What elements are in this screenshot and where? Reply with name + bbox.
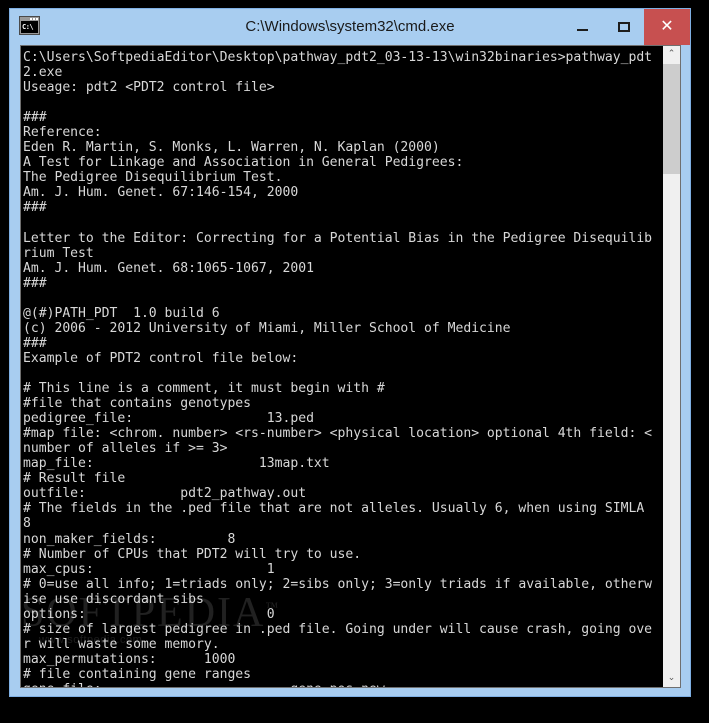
minimize-icon [577, 29, 588, 31]
console-output: C:\Users\SoftpediaEditor\Desktop\pathway… [23, 50, 653, 687]
cmd-console-icon[interactable]: C:\ [19, 16, 40, 35]
window-title-bar[interactable]: C:\ C:\Windows\system32\cmd.exe ✕ [10, 9, 690, 45]
maximize-icon [617, 22, 630, 32]
close-button[interactable]: ✕ [644, 9, 690, 45]
cmd-window: C:\ C:\Windows\system32\cmd.exe ✕ C:\Use… [9, 8, 691, 697]
console-screen[interactable]: C:\Users\SoftpediaEditor\Desktop\pathway… [21, 46, 662, 687]
maximize-button[interactable] [603, 9, 644, 45]
close-icon: ✕ [660, 18, 674, 35]
scroll-up-arrow-icon[interactable]: ⌃ [663, 46, 680, 63]
console-area: C:\Users\SoftpediaEditor\Desktop\pathway… [20, 45, 681, 688]
window-controls: ✕ [562, 9, 690, 45]
icon-title-dots [21, 18, 38, 21]
scroll-down-arrow-icon[interactable]: ⌄ [663, 670, 680, 687]
minimize-button[interactable] [562, 9, 603, 45]
scrollbar-thumb[interactable] [663, 64, 680, 174]
vertical-scrollbar[interactable]: ⌃ ⌄ [662, 46, 680, 687]
icon-screen-label: C:\ [21, 21, 38, 33]
